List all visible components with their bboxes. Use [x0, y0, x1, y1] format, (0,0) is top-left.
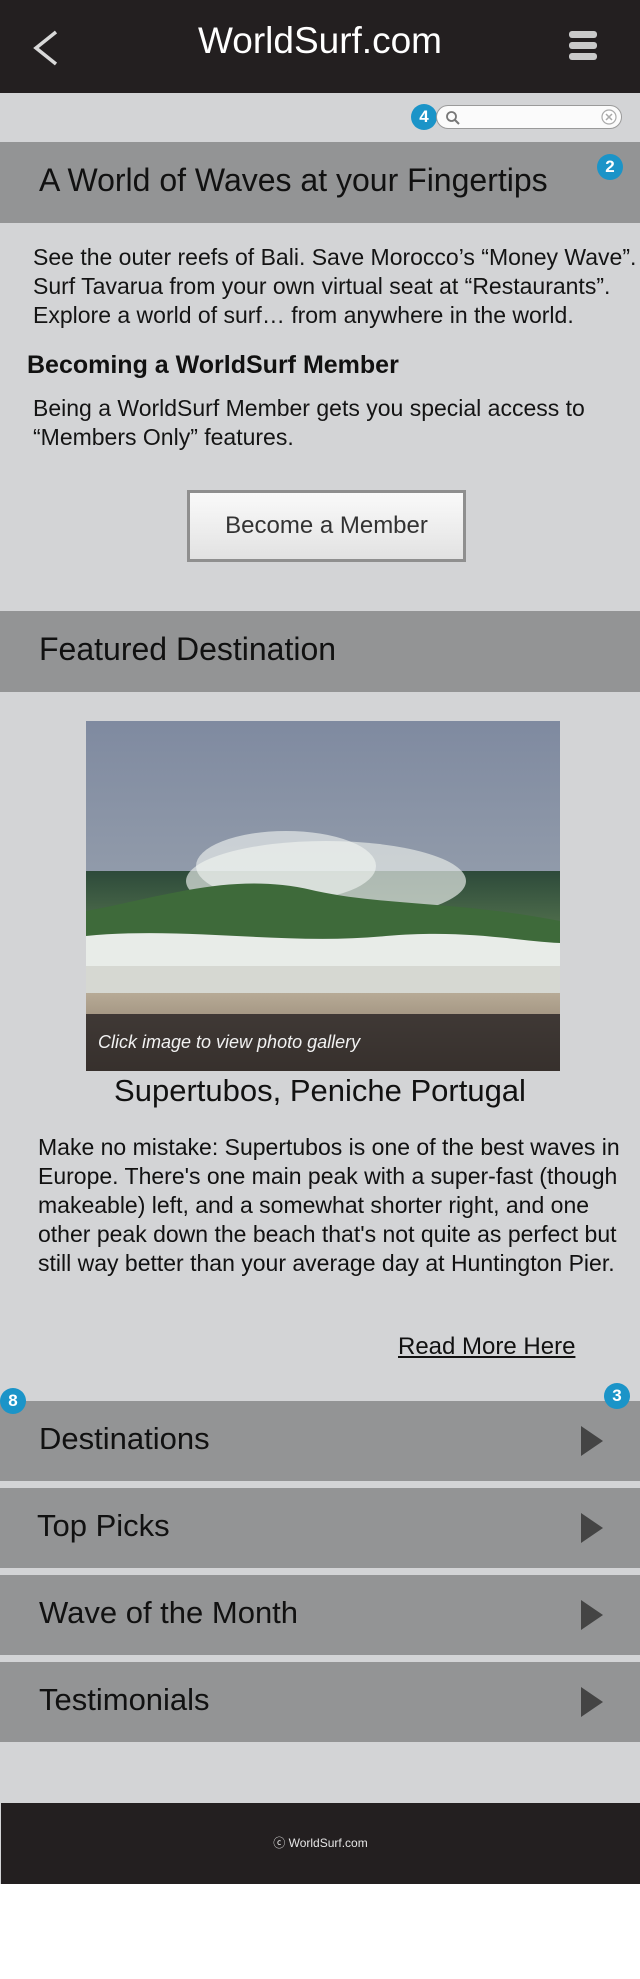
membership-text: Being a WorldSurf Member gets you specia… — [33, 394, 585, 452]
intro-heading: A World of Waves at your Fingertips — [39, 162, 548, 198]
nav-item-label: Wave of the Month — [39, 1595, 299, 1630]
destination-description: Make no mistake: Supertubos is one of th… — [38, 1134, 620, 1276]
footer-copyright: ⓒ WorldSurf.com — [273, 1836, 368, 1850]
page-bottom-blank — [0, 1884, 640, 1979]
membership-heading: Becoming a WorldSurf Member — [27, 351, 399, 379]
triangle-right-icon — [581, 1687, 603, 1717]
intro-text: See the outer reefs of Bali. Save Morocc… — [33, 243, 636, 330]
nav-item-label: Top Picks — [37, 1508, 170, 1543]
intro-line: Surf Tavarua from your own virtual seat … — [33, 273, 611, 299]
membership-line: Being a WorldSurf Member gets you specia… — [33, 395, 585, 421]
app-header: WorldSurf.com — [0, 0, 640, 93]
annotation-badge-search: 4 — [411, 104, 437, 130]
clear-icon[interactable] — [601, 109, 617, 125]
intro-line: See the outer reefs of Bali. Save Morocc… — [33, 244, 637, 270]
site-title: WorldSurf.com — [198, 20, 442, 61]
featured-heading: Featured Destination — [39, 631, 337, 667]
annotation-badge-nav-right: 3 — [604, 1383, 630, 1409]
annotation-badge-intro: 2 — [597, 154, 623, 180]
nav-item-destinations[interactable]: Destinations — [0, 1401, 640, 1481]
search-field[interactable] — [436, 105, 622, 129]
page: WorldSurf.com 4 A World of Waves at your… — [0, 0, 640, 1979]
nav-item-wave-of-the-month[interactable]: Wave of the Month — [0, 1575, 640, 1655]
nav-item-label: Testimonials — [39, 1682, 210, 1717]
nav-item-top-picks[interactable]: Top Picks — [0, 1488, 640, 1568]
search-input[interactable] — [461, 108, 591, 126]
featured-heading-band: Featured Destination — [0, 611, 640, 692]
featured-photo[interactable]: Click image to view photo gallery — [86, 721, 560, 1071]
intro-heading-band: A World of Waves at your Fingertips — [0, 142, 640, 223]
destination-name: Supertubos, Peniche Portugal — [114, 1073, 526, 1108]
page-footer: ⓒ WorldSurf.com — [1, 1803, 640, 1884]
become-member-button[interactable]: Become a Member — [187, 490, 466, 562]
read-more-link[interactable]: Read More Here — [398, 1333, 575, 1361]
search-icon — [446, 111, 460, 125]
hamburger-menu-icon[interactable] — [569, 31, 597, 61]
nav-item-label: Destinations — [39, 1421, 210, 1456]
triangle-right-icon — [581, 1513, 603, 1543]
membership-line: “Members Only” features. — [33, 424, 294, 450]
photo-gallery-caption: Click image to view photo gallery — [86, 1014, 560, 1071]
triangle-right-icon — [581, 1600, 603, 1630]
intro-line: Explore a world of surf… from anywhere i… — [33, 302, 574, 328]
nav-item-testimonials[interactable]: Testimonials — [0, 1662, 640, 1742]
triangle-right-icon — [581, 1426, 603, 1456]
annotation-badge-nav-left: 8 — [0, 1388, 26, 1414]
